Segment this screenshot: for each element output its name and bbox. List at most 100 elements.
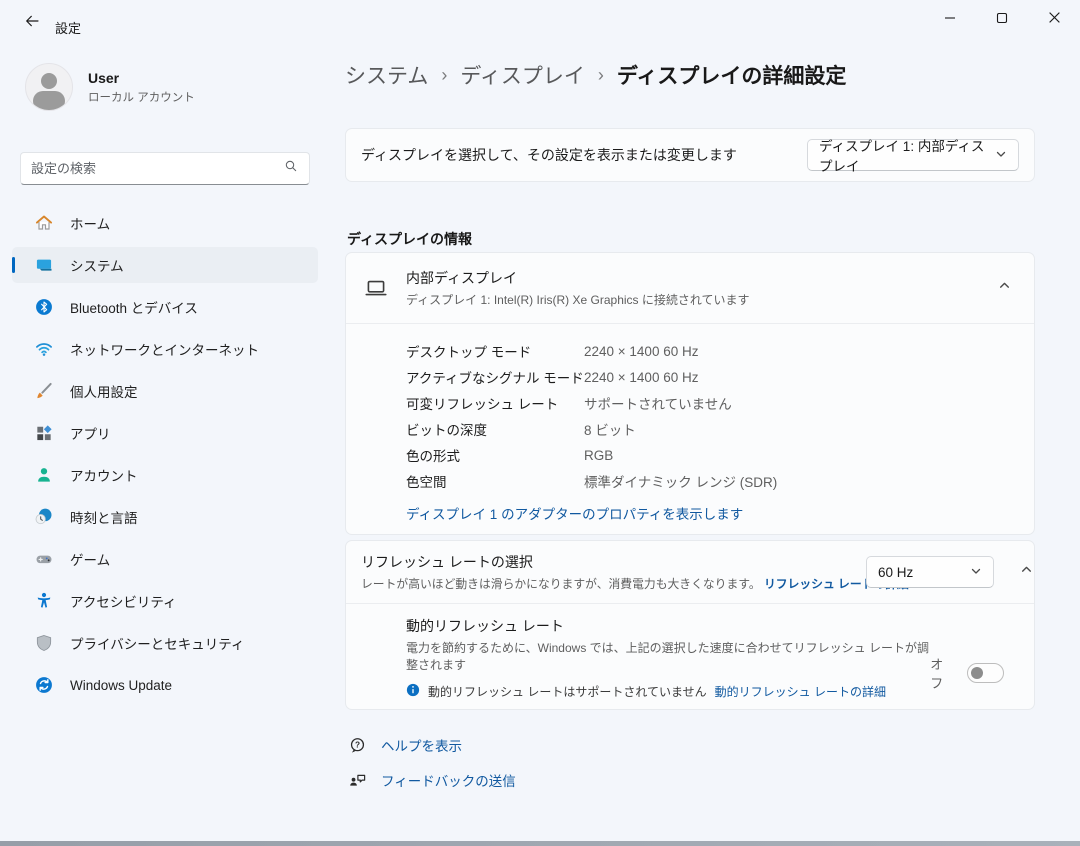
sidebar-item-network-internet[interactable]: ネットワークとインターネット xyxy=(12,331,318,367)
laptop-display-icon xyxy=(361,273,391,303)
sidebar-item-label: 個人用設定 xyxy=(70,381,138,401)
chevron-down-icon xyxy=(995,148,1007,163)
sidebar-item-accounts[interactable]: アカウント xyxy=(12,457,318,493)
dynamic-refresh-learn-more-link[interactable]: 動的リフレッシュ レートの詳細 xyxy=(715,683,886,700)
sidebar: User ローカル アカウント ホーム システム Bluetooth xyxy=(0,45,330,841)
page-title: ディスプレイの詳細設定 xyxy=(617,60,847,90)
detail-label: ビットの深度 xyxy=(406,419,584,439)
dynamic-refresh-rate-section: 動的リフレッシュ レート 電力を節約するために、Windows では、上記の選択… xyxy=(346,604,1034,714)
sidebar-item-accessibility[interactable]: アクセシビリティ xyxy=(12,583,318,619)
collapse-button[interactable] xyxy=(989,273,1019,303)
maximize-button[interactable] xyxy=(976,0,1028,40)
selected-indicator xyxy=(12,257,15,273)
system-icon xyxy=(34,255,54,275)
sidebar-item-label: システム xyxy=(70,255,124,275)
chevron-down-icon xyxy=(970,565,982,580)
minimize-button[interactable] xyxy=(924,0,976,40)
dynamic-refresh-title: 動的リフレッシュ レート xyxy=(406,616,930,636)
refresh-rate-description-text: レートが高いほど動きは滑らかになりますが、消費電力も大きくなります。 xyxy=(361,577,761,591)
refresh-rate-header: リフレッシュ レートの選択 レートが高いほど動きは滑らかになりますが、消費電力も… xyxy=(346,541,1034,603)
detail-label: 色空間 xyxy=(406,471,584,491)
sidebar-item-windows-update[interactable]: Windows Update xyxy=(12,667,318,703)
refresh-rate-title: リフレッシュ レートの選択 xyxy=(361,552,866,572)
sidebar-nav: ホーム システム Bluetooth とデバイス ネットワークとインターネット xyxy=(12,205,318,709)
breadcrumb: システム › ディスプレイ › ディスプレイの詳細設定 xyxy=(345,60,846,90)
display-select-label: ディスプレイを選択して、その設定を表示または変更します xyxy=(361,145,737,165)
refresh-rate-value: 60 Hz xyxy=(878,565,913,580)
display-details: デスクトップ モード 2240 × 1400 60 Hz アクティブなシグナル … xyxy=(346,324,1034,538)
sidebar-item-apps[interactable]: アプリ xyxy=(12,415,318,451)
sidebar-item-label: ゲーム xyxy=(70,549,110,569)
back-arrow-icon xyxy=(24,13,40,34)
refresh-rate-description: レートが高いほど動きは滑らかになりますが、消費電力も大きくなります。 リフレッシ… xyxy=(361,575,866,592)
adapter-properties-link[interactable]: ディスプレイ 1 のアダプターのプロパティを表示します xyxy=(406,503,743,523)
titlebar: 設定 xyxy=(0,0,1080,45)
detail-value: 8 ビット xyxy=(584,419,636,439)
sidebar-item-label: アカウント xyxy=(70,465,138,485)
detail-value: 2240 × 1400 60 Hz xyxy=(584,344,698,359)
accessibility-icon xyxy=(34,591,54,611)
detail-value: 標準ダイナミック レンジ (SDR) xyxy=(584,471,777,491)
dynamic-refresh-status: 動的リフレッシュ レートはサポートされていません xyxy=(428,683,707,700)
sidebar-item-label: プライバシーとセキュリティ xyxy=(70,633,244,653)
display-name: 内部ディスプレイ xyxy=(406,268,989,288)
display-adapter-subtitle: ディスプレイ 1: Intel(R) Iris(R) Xe Graphics に… xyxy=(406,291,989,308)
display-select-value: ディスプレイ 1: 内部ディスプレイ xyxy=(819,135,995,175)
sidebar-item-label: ネットワークとインターネット xyxy=(70,339,259,359)
bluetooth-icon xyxy=(34,297,54,317)
dynamic-refresh-toggle[interactable] xyxy=(967,663,1004,683)
detail-label: 色の形式 xyxy=(406,445,584,465)
sidebar-item-label: Bluetooth とデバイス xyxy=(70,297,198,317)
collapse-button[interactable] xyxy=(1011,557,1041,587)
detail-value: 2240 × 1400 60 Hz xyxy=(584,370,698,385)
breadcrumb-display[interactable]: ディスプレイ xyxy=(460,60,585,90)
sidebar-item-label: アプリ xyxy=(70,423,111,443)
display-select-dropdown[interactable]: ディスプレイ 1: 内部ディスプレイ xyxy=(807,139,1019,171)
chevron-up-icon xyxy=(998,279,1011,297)
detail-value: RGB xyxy=(584,448,613,463)
refresh-rate-card: リフレッシュ レートの選択 レートが高いほど動きは滑らかになりますが、消費電力も… xyxy=(345,540,1035,710)
send-feedback-link[interactable]: フィードバックの送信 xyxy=(347,768,516,792)
breadcrumb-system[interactable]: システム xyxy=(345,60,428,90)
sidebar-item-personalization[interactable]: 個人用設定 xyxy=(12,373,318,409)
search-icon xyxy=(283,158,299,179)
footer-links: ? ヘルプを表示 フィードバックの送信 xyxy=(347,733,516,803)
sidebar-item-bluetooth-devices[interactable]: Bluetooth とデバイス xyxy=(12,289,318,325)
settings-search-box[interactable] xyxy=(20,152,310,185)
detail-row-active-signal-mode: アクティブなシグナル モード 2240 × 1400 60 Hz xyxy=(406,364,1018,390)
sidebar-item-home[interactable]: ホーム xyxy=(12,205,318,241)
search-input[interactable] xyxy=(31,161,283,176)
minimize-icon xyxy=(944,11,956,29)
maximize-icon xyxy=(996,11,1008,29)
app-title: 設定 xyxy=(55,18,81,37)
sidebar-item-label: 時刻と言語 xyxy=(70,507,138,527)
detail-label: アクティブなシグナル モード xyxy=(406,367,584,387)
sidebar-item-gaming[interactable]: ゲーム xyxy=(12,541,318,577)
detail-row-bit-depth: ビットの深度 8 ビット xyxy=(406,416,1018,442)
toggle-state-label: オフ xyxy=(930,654,954,692)
window-controls xyxy=(924,0,1080,40)
detail-label: デスクトップ モード xyxy=(406,341,584,361)
close-button[interactable] xyxy=(1028,0,1080,40)
gaming-icon xyxy=(34,549,54,569)
sidebar-item-label: アクセシビリティ xyxy=(70,591,177,611)
back-button[interactable] xyxy=(14,8,50,38)
get-help-link[interactable]: ? ヘルプを表示 xyxy=(347,733,516,757)
toggle-knob xyxy=(971,667,983,679)
display-info-header[interactable]: 内部ディスプレイ ディスプレイ 1: Intel(R) Iris(R) Xe G… xyxy=(346,253,1034,323)
send-feedback-label: フィードバックの送信 xyxy=(381,770,516,790)
detail-value: サポートされていません xyxy=(584,393,732,413)
sidebar-item-time-language[interactable]: 時刻と言語 xyxy=(12,499,318,535)
home-icon xyxy=(34,213,54,233)
refresh-rate-dropdown[interactable]: 60 Hz xyxy=(866,556,994,588)
close-icon xyxy=(1048,11,1061,29)
svg-text:?: ? xyxy=(354,739,359,749)
breadcrumb-separator: › xyxy=(598,65,604,86)
sidebar-item-privacy-security[interactable]: プライバシーとセキュリティ xyxy=(12,625,318,661)
user-profile[interactable]: User ローカル アカウント xyxy=(25,63,195,111)
avatar xyxy=(25,63,73,111)
display-select-card: ディスプレイを選択して、その設定を表示または変更します ディスプレイ 1: 内部… xyxy=(345,128,1035,182)
info-icon xyxy=(406,683,420,700)
main-content: システム › ディスプレイ › ディスプレイの詳細設定 ディスプレイを選択して、… xyxy=(345,45,1035,846)
sidebar-item-system[interactable]: システム xyxy=(12,247,318,283)
